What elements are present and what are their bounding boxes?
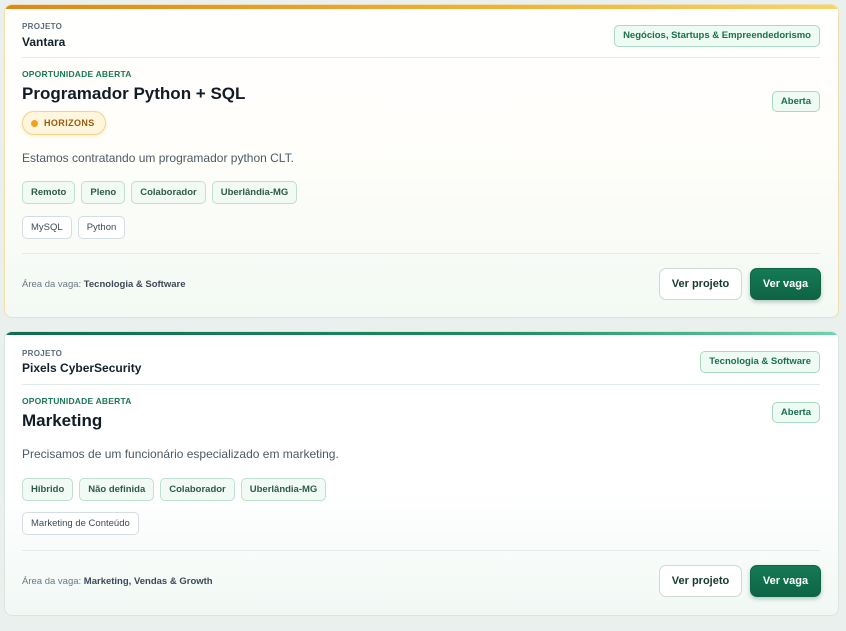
opportunity-label: OPORTUNIDADE ABERTA [22, 69, 132, 79]
tag-chip: Uberlândia-MG [211, 181, 298, 204]
area-value: Marketing, Vendas & Growth [83, 576, 213, 587]
skill-list: MySQL Python [22, 216, 126, 239]
divider [22, 253, 820, 254]
view-project-button[interactable]: Ver projeto [659, 268, 742, 300]
job-description: Estamos contratando um programador pytho… [22, 151, 294, 165]
view-job-button[interactable]: Ver vaga [750, 565, 821, 597]
skill-chip: MySQL [22, 216, 72, 239]
project-label: PROJETO [22, 349, 63, 358]
skill-chip: Marketing de Conteúdo [22, 512, 139, 535]
tag-chip: Colaborador [131, 181, 206, 204]
card-accent-bar [5, 5, 838, 9]
opportunity-label: OPORTUNIDADE ABERTA [22, 396, 132, 406]
job-title: Marketing [22, 411, 103, 430]
horizons-badge: HORIZONS [22, 111, 106, 135]
area-label: Área da vaga: [22, 279, 82, 290]
area-value: Tecnologia & Software [83, 279, 186, 290]
job-description: Precisamos de um funcionário especializa… [22, 447, 339, 461]
view-job-button[interactable]: Ver vaga [750, 268, 821, 300]
tag-chip: Colaborador [160, 478, 235, 501]
area-label: Área da vaga: [22, 576, 82, 587]
view-project-button[interactable]: Ver projeto [659, 565, 742, 597]
tag-chip: Não definida [79, 478, 155, 501]
job-area: Área da vaga: Tecnologia & Software [22, 279, 186, 290]
tag-list: Remoto Pleno Colaborador Uberlândia-MG [22, 181, 298, 204]
status-badge: Aberta [771, 402, 820, 423]
dot-icon [31, 119, 38, 127]
tag-chip: Uberlândia-MG [240, 478, 327, 501]
status-badge: Aberta [771, 91, 820, 112]
tag-chip: Remoto [22, 181, 76, 204]
tag-list: Híbrido Não definida Colaborador Uberlân… [22, 478, 327, 501]
divider [22, 550, 820, 551]
program-badge-label: HORIZONS [44, 118, 95, 128]
card-accent-bar [5, 332, 838, 335]
category-badge: Tecnologia & Software [700, 351, 820, 373]
tag-chip: Pleno [81, 181, 126, 204]
project-label: PROJETO [22, 22, 63, 31]
divider [22, 384, 820, 385]
job-card: PROJETO Pixels CyberSecurity Tecnologia … [4, 331, 839, 616]
tag-chip: Híbrido [22, 478, 74, 501]
job-card: PROJETO Vantara Negócios, Startups & Emp… [4, 4, 839, 318]
project-name: Vantara [22, 35, 66, 49]
project-name: Pixels CyberSecurity [22, 361, 142, 375]
job-area: Área da vaga: Marketing, Vendas & Growth [22, 576, 213, 587]
skill-list: Marketing de Conteúdo [22, 512, 139, 535]
job-title: Programador Python + SQL [22, 84, 246, 103]
category-badge: Negócios, Startups & Empreendedorismo [614, 25, 820, 47]
divider [22, 57, 820, 58]
skill-chip: Python [77, 216, 126, 239]
